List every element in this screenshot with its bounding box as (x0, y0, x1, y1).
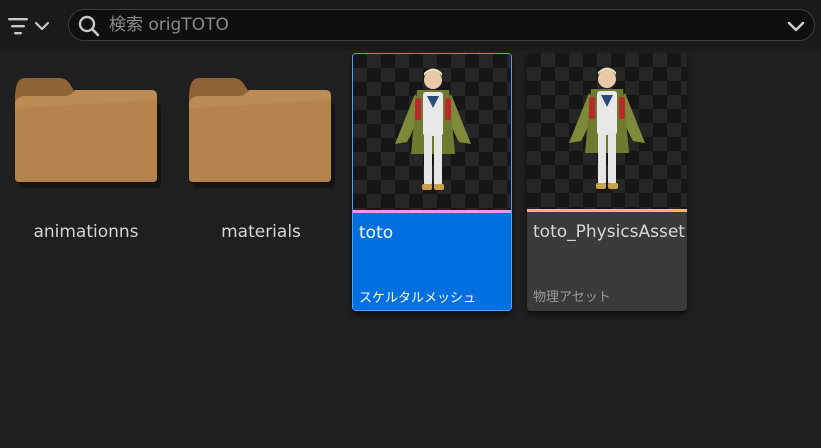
asset-thumbnail (527, 53, 687, 209)
folder-icon (189, 78, 335, 188)
asset-name: toto (359, 223, 394, 243)
asset-card-body: toto_PhysicsAsset 物理アセット (527, 212, 687, 311)
character-figure-icon (395, 68, 471, 190)
asset-type: スケルタルメッシュ (359, 291, 477, 306)
folder-icon (15, 78, 161, 188)
character-figure-icon (569, 67, 645, 189)
search-input[interactable] (109, 12, 769, 38)
filter-button[interactable] (6, 11, 60, 41)
search-options-chevron-down-icon[interactable] (786, 16, 806, 36)
asset-thumbnail (353, 54, 511, 210)
asset-name: toto_PhysicsAsset (533, 222, 685, 242)
search-box[interactable] (68, 9, 815, 41)
filter-lines-icon (8, 18, 28, 35)
magnifier-icon (78, 15, 100, 37)
folder-label: materials (221, 222, 301, 242)
content-browser: animationns materials (0, 0, 821, 448)
chevron-down-icon (34, 21, 50, 31)
asset-card-toto[interactable]: toto スケルタルメッシュ (352, 53, 512, 311)
asset-type: 物理アセット (533, 290, 611, 305)
toolbar (0, 0, 821, 50)
asset-card-toto-physicsasset[interactable]: toto_PhysicsAsset 物理アセット (527, 53, 687, 311)
folder-label: animationns (33, 222, 139, 242)
asset-card-body: toto スケルタルメッシュ (353, 213, 511, 310)
